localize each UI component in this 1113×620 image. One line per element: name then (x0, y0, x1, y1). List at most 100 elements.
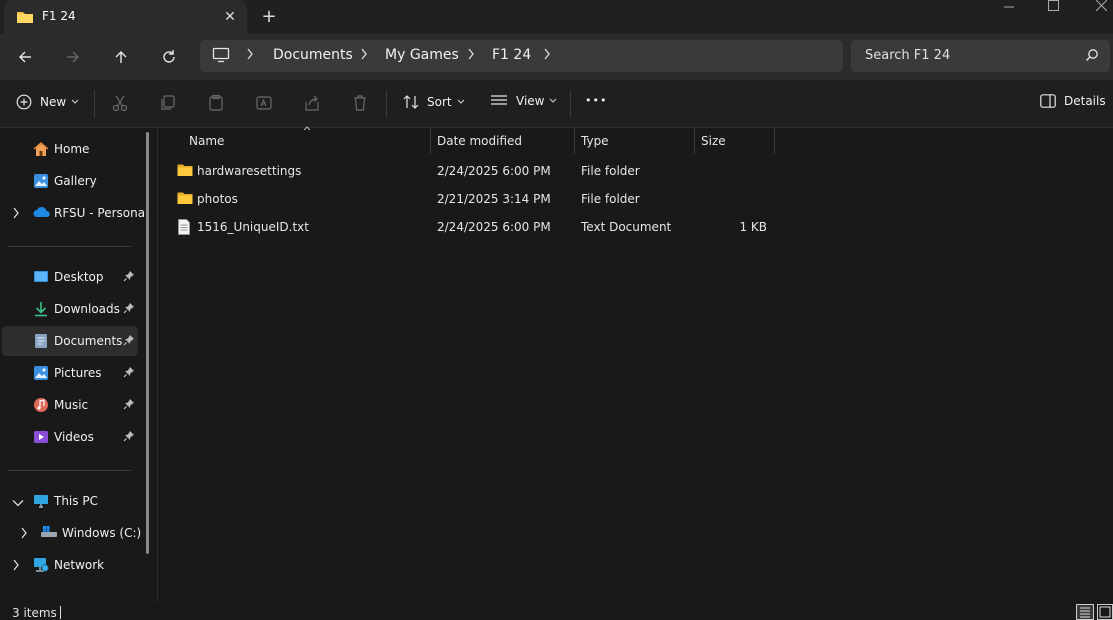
plus-circle-icon (16, 94, 32, 110)
forward-arrow-icon[interactable] (60, 44, 86, 70)
onedrive-icon (33, 205, 51, 222)
sidebar-item-label: Windows (C:) (62, 526, 142, 540)
view-button[interactable]: View (490, 94, 557, 108)
back-arrow-icon[interactable] (12, 44, 38, 70)
share-icon[interactable] (303, 94, 323, 114)
column-header-size[interactable]: Size (695, 128, 775, 154)
sidebar-item-videos[interactable]: Videos (2, 422, 138, 452)
chevron-right-icon[interactable] (12, 207, 20, 222)
details-label: Details (1064, 94, 1106, 108)
delete-icon[interactable] (351, 94, 371, 114)
pin-icon[interactable] (123, 430, 135, 445)
sidebar-item-pictures[interactable]: Pictures (2, 358, 138, 388)
new-button[interactable]: New (16, 94, 79, 110)
videos-icon (33, 429, 49, 448)
sidebar-item-downloads[interactable]: Downloads (2, 294, 138, 324)
file-list: Name Date modified Type Size hardwareset… (159, 126, 1113, 602)
sidebar-item-label: Desktop (54, 270, 104, 284)
refresh-icon[interactable] (156, 44, 182, 70)
sidebar-item-rfsu-personal[interactable]: RFSU - Personal (2, 198, 148, 228)
sidebar-scrollbar[interactable] (146, 132, 149, 554)
sidebar-item-gallery[interactable]: Gallery (2, 166, 138, 196)
pc-icon (33, 493, 49, 512)
sidebar-item-label: RFSU - Personal (54, 206, 149, 220)
column-label: Name (189, 134, 225, 148)
cut-icon[interactable] (111, 94, 131, 114)
column-header-name[interactable]: Name (183, 128, 431, 154)
copy-icon[interactable] (159, 94, 179, 114)
search-placeholder: Search F1 24 (865, 48, 951, 63)
pin-icon[interactable] (123, 398, 135, 413)
gallery-icon (33, 173, 49, 192)
divider (570, 90, 571, 118)
column-label: Size (701, 134, 726, 148)
file-name: 1516_UniqueID.txt (197, 220, 309, 234)
sidebar-item-this-pc[interactable]: This PC (2, 486, 138, 516)
title-bar: F1 24 ✕ + (0, 0, 1113, 34)
breadcrumb-f1-24[interactable]: F1 24 (492, 47, 531, 63)
column-header-type[interactable]: Type (575, 128, 695, 154)
view-label: View (516, 94, 545, 108)
sort-button[interactable]: Sort (403, 94, 465, 110)
network-icon (33, 557, 49, 576)
rename-icon[interactable] (255, 94, 275, 114)
sidebar-item-label: This PC (54, 494, 98, 508)
search-icon[interactable] (1085, 48, 1099, 65)
pin-icon[interactable] (123, 334, 135, 349)
column-label: Date modified (437, 134, 523, 148)
minimize-icon[interactable] (996, 0, 1022, 16)
chevron-right-icon (360, 48, 368, 63)
paste-icon[interactable] (207, 94, 227, 114)
file-date: 2/24/2025 6:00 PM (437, 164, 551, 178)
sidebar-item-home[interactable]: Home (2, 134, 138, 164)
file-date: 2/21/2025 3:14 PM (437, 192, 551, 206)
file-size: 1 KB (739, 220, 767, 234)
file-type: File folder (581, 192, 640, 206)
sidebar-item-label: Home (54, 142, 90, 156)
pin-icon[interactable] (123, 270, 135, 285)
details-button[interactable]: Details (1040, 94, 1106, 108)
sidebar-item-network[interactable]: Network (2, 550, 138, 580)
address-bar[interactable]: Documents My Games F1 24 (200, 40, 843, 72)
column-divider[interactable] (774, 128, 775, 154)
pin-icon[interactable] (123, 302, 135, 317)
sidebar-item-label: Videos (54, 430, 94, 444)
sidebar-item-desktop[interactable]: Desktop (2, 262, 138, 292)
breadcrumb-my-games[interactable]: My Games (385, 47, 459, 63)
item-count: 3 items (12, 606, 57, 620)
chevron-right-icon[interactable] (543, 48, 551, 63)
tiles-view-icon[interactable] (1097, 604, 1113, 620)
tab-f1-24[interactable]: F1 24 ✕ (4, 0, 247, 34)
table-row[interactable]: photos 2/21/2025 3:14 PM File folder (169, 187, 789, 211)
more-options-icon[interactable]: ••• (585, 94, 607, 107)
pc-icon (212, 47, 230, 66)
pin-icon[interactable] (123, 366, 135, 381)
close-window-icon[interactable] (1088, 0, 1113, 16)
file-name: photos (197, 192, 238, 206)
column-header-date-modified[interactable]: Date modified (431, 128, 575, 154)
sort-icon (403, 94, 419, 110)
details-view-icon[interactable] (1076, 604, 1094, 620)
sidebar-item-music[interactable]: Music (2, 390, 138, 420)
up-arrow-icon[interactable] (108, 44, 134, 70)
sort-label: Sort (427, 95, 452, 109)
search-input[interactable]: Search F1 24 (851, 40, 1110, 72)
table-row[interactable]: hardwaresettings 2/24/2025 6:00 PM File … (169, 159, 789, 183)
table-row[interactable]: 1516_UniqueID.txt 2/24/2025 6:00 PM Text… (169, 215, 789, 239)
divider (94, 90, 95, 118)
text-file-icon (177, 219, 191, 238)
home-icon (33, 141, 49, 160)
chevron-down-icon[interactable] (12, 496, 24, 510)
drive-icon (40, 525, 58, 542)
new-tab-button[interactable]: + (258, 6, 280, 28)
maximize-icon[interactable] (1040, 0, 1066, 16)
chevron-right-icon[interactable] (12, 559, 20, 574)
navigation-pane: Home Gallery RFSU - Personal Desktop Dow… (0, 128, 158, 602)
sidebar-item-documents[interactable]: Documents (2, 326, 138, 356)
folder-icon (16, 9, 34, 28)
close-tab-icon[interactable]: ✕ (220, 7, 240, 27)
breadcrumb-documents[interactable]: Documents (273, 47, 353, 63)
chevron-right-icon[interactable] (20, 527, 28, 542)
sidebar-item-windows-c[interactable]: Windows (C:) (2, 518, 142, 548)
divider (386, 90, 387, 118)
